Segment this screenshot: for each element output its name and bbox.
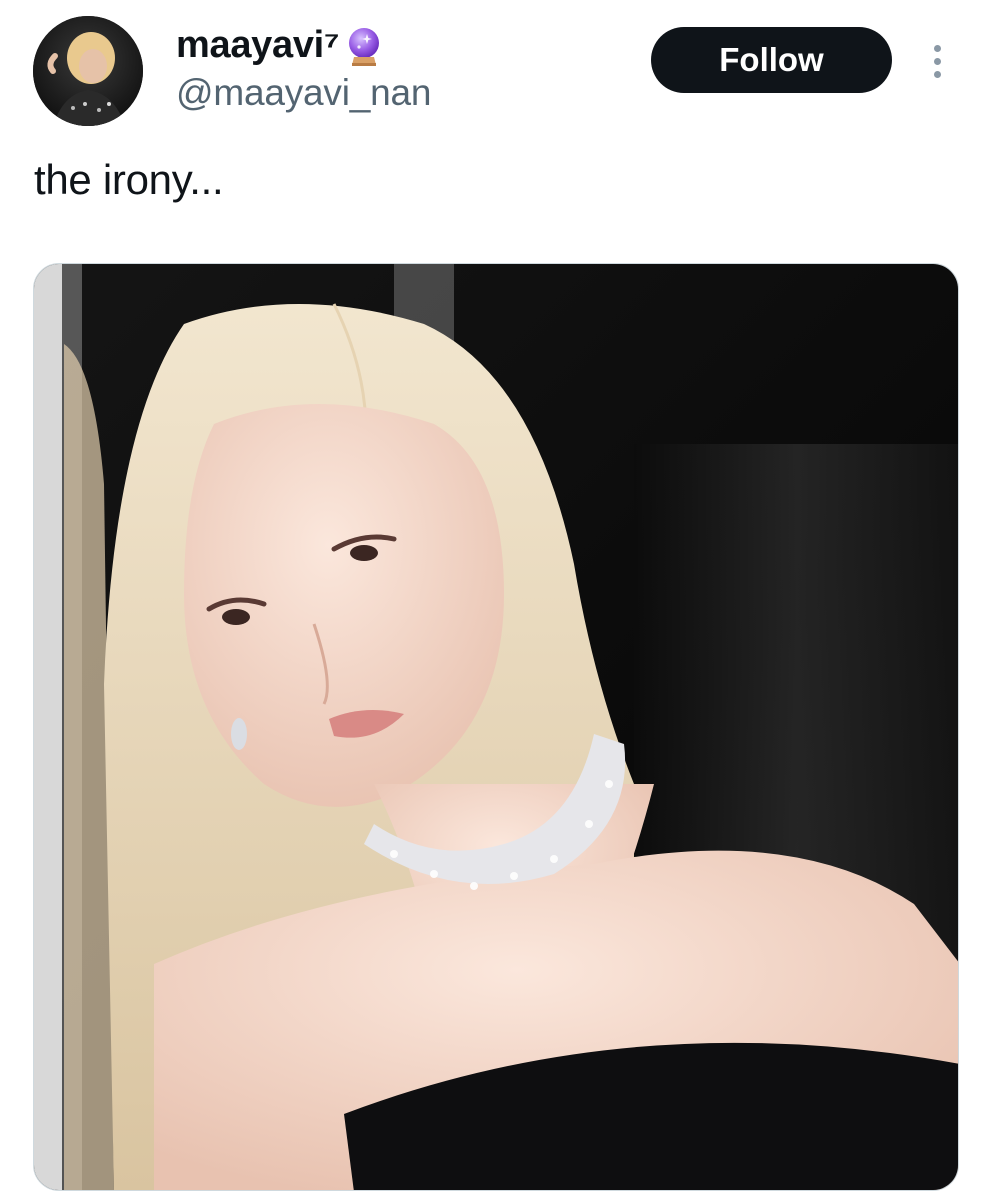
more-dot (933, 70, 941, 78)
display-name[interactable]: maayavi⁷ (176, 24, 340, 67)
more-vertical-icon[interactable] (920, 38, 954, 84)
avatar[interactable] (33, 16, 143, 126)
tweet-photo[interactable] (33, 263, 959, 1191)
more-dot (933, 44, 941, 52)
tweet-text: the irony... (34, 156, 224, 203)
user-info: maayavi⁷ @maayavi_nan (176, 22, 431, 114)
user-handle[interactable]: @maayavi_nan (176, 72, 431, 114)
display-name-row: maayavi⁷ (176, 22, 431, 68)
tweet-header: maayavi⁷ @maayavi_nan Follow (0, 0, 992, 140)
follow-button[interactable]: Follow (651, 27, 892, 93)
photo-illustration (34, 264, 958, 1190)
crystal-ball-icon (345, 26, 383, 68)
avatar-photo (33, 16, 143, 126)
more-dot (933, 57, 941, 65)
